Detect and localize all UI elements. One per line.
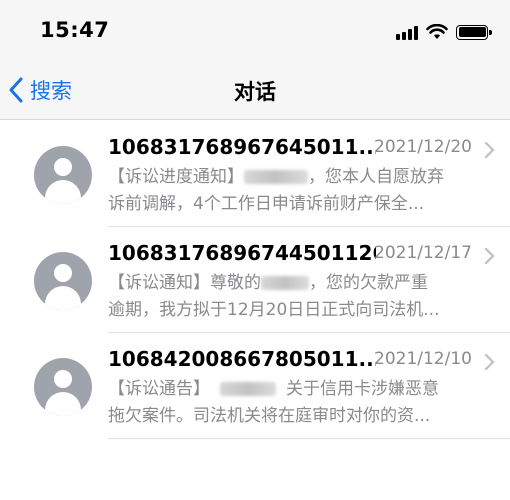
message-preview: 【诉讼通告】 关于信用卡涉嫌恶意 拖欠案件。司法机关将在庭审时对你的资...: [108, 376, 500, 430]
preview-suffix: ，您本人自愿放弃: [308, 167, 444, 187]
message-date: 2021/12/17: [374, 243, 472, 263]
page-title: 对话: [234, 80, 276, 104]
row-divider: [108, 438, 510, 439]
status-time: 15:47: [40, 18, 110, 42]
wifi-icon: [426, 24, 448, 39]
conversation-row[interactable]: 10683176896744501126 2021/12/17 【诉讼通知】尊敬…: [0, 227, 510, 333]
conversation-content: 106831768967645011... 2021/12/20 【诉讼进度通知…: [108, 131, 510, 227]
conversation-content: 106842008667805011... 2021/12/10 【诉讼通告】 关…: [108, 343, 510, 439]
message-date: 2021/12/10: [374, 349, 472, 369]
status-icons: [396, 22, 492, 42]
redaction-blur: [220, 382, 276, 396]
preview-prefix: 【诉讼通告】: [108, 379, 210, 399]
message-preview: 【诉讼进度通知】 ，您本人自愿放弃 诉前调解，4个工作日申请诉前财产保全...: [108, 164, 500, 218]
conversation-row[interactable]: 106831768967645011... 2021/12/20 【诉讼进度通知…: [0, 121, 510, 227]
preview-line-2: 逾期，我方拟于12月20日日正式向司法机...: [108, 300, 440, 320]
avatar: [34, 146, 92, 204]
chevron-right-icon: [484, 353, 495, 371]
battery-icon: [456, 24, 492, 40]
message-date: 2021/12/20: [374, 137, 472, 157]
preview-suffix: ，您的欠款严重: [309, 273, 428, 293]
navigation-bar: 搜索 对话: [0, 60, 510, 120]
preview-prefix: 【诉讼通知】尊敬的: [108, 273, 261, 293]
redaction-blur: [261, 276, 309, 290]
sender-number: 106831768967645011...: [108, 135, 376, 159]
sender-number: 106842008667805011...: [108, 347, 376, 371]
message-preview: 【诉讼通知】尊敬的 ，您的欠款严重 逾期，我方拟于12月20日日正式向司法机...: [108, 270, 500, 324]
avatar: [34, 252, 92, 310]
avatar: [34, 358, 92, 416]
preview-prefix: 【诉讼进度通知】: [108, 167, 244, 187]
chevron-right-icon: [484, 247, 495, 265]
redaction-blur: [244, 170, 308, 184]
chevron-right-icon: [484, 141, 495, 159]
conversation-list: 106831768967645011... 2021/12/20 【诉讼进度通知…: [0, 121, 510, 439]
sender-number: 10683176896744501126: [108, 241, 376, 265]
conversation-content: 10683176896744501126 2021/12/17 【诉讼通知】尊敬…: [108, 237, 510, 333]
status-bar: 15:47: [0, 0, 510, 60]
preview-suffix: 关于信用卡涉嫌恶意: [286, 379, 439, 399]
preview-line-2: 拖欠案件。司法机关将在庭审时对你的资...: [108, 406, 431, 426]
conversation-row[interactable]: 106842008667805011... 2021/12/10 【诉讼通告】 关…: [0, 333, 510, 439]
signal-icon: [396, 24, 418, 40]
messages-screen: 15:47 搜索 对话 106831768967645011... 2021/1…: [0, 0, 510, 500]
preview-line-2: 诉前调解，4个工作日申请诉前财产保全...: [108, 194, 425, 214]
